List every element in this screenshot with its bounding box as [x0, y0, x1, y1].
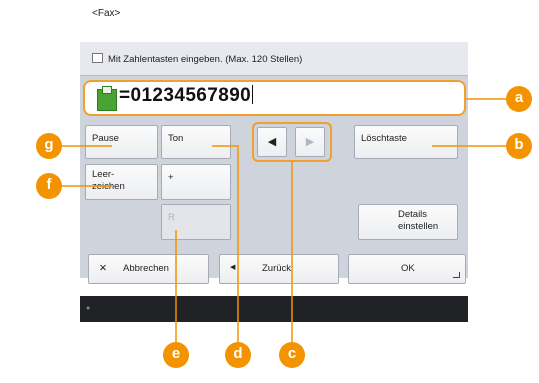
callout-a: a: [506, 86, 532, 112]
callout-d: d: [225, 342, 251, 368]
callout-b: b: [506, 133, 532, 159]
callout-f: f: [36, 173, 62, 199]
callout-e: e: [163, 342, 189, 368]
callout-g: g: [36, 133, 62, 159]
callout-c: c: [279, 342, 305, 368]
callout-line-d: [212, 145, 239, 348]
callout-lines: [55, 98, 512, 348]
